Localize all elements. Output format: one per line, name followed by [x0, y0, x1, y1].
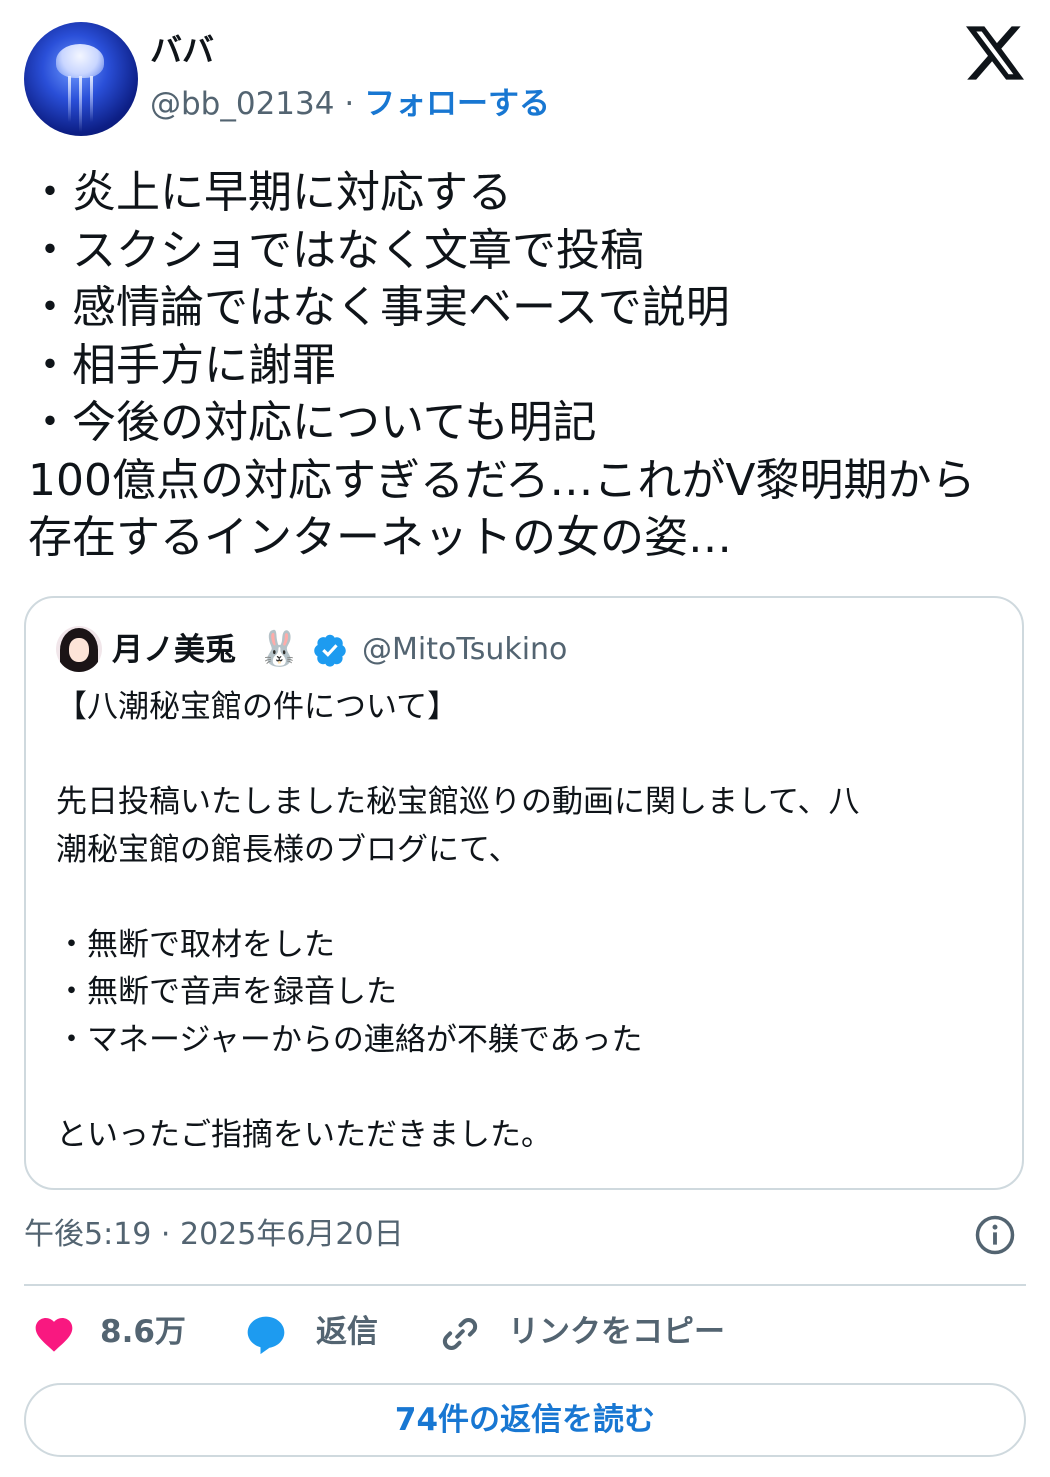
- quoted-tweet-text: 【八潮秘宝館の件について】 先日投稿いたしました秘宝館巡りの動画に関しまして、八…: [56, 684, 1006, 1159]
- quote-line: [56, 1064, 1006, 1112]
- author-avatar[interactable]: [24, 22, 138, 136]
- jellyfish-image: [56, 44, 104, 78]
- quoted-author-handle[interactable]: @MitoTsukino: [362, 630, 567, 670]
- author-handle[interactable]: @bb_02134: [150, 86, 334, 122]
- tweet-line: ・炎上に早期に対応する: [28, 167, 512, 218]
- quote-line: ・マネージャーからの連絡が不躾であった: [56, 1021, 643, 1058]
- quote-line: ・無断で音声を録音した: [56, 974, 397, 1010]
- reply-label[interactable]: 返信: [316, 1310, 378, 1354]
- quote-line: [56, 732, 1006, 780]
- jellyfish-tentacle: [68, 76, 71, 122]
- avatar-face: [69, 638, 89, 662]
- author-handle-row: @bb_02134 · フォローする: [150, 84, 550, 124]
- link-icon[interactable]: [438, 1312, 482, 1356]
- reply-bubble-icon[interactable]: [244, 1312, 288, 1356]
- quote-line: 先日投稿いたしました秘宝館巡りの動画に関しまして、八: [56, 784, 860, 820]
- author-name[interactable]: ババ: [150, 30, 214, 70]
- tweet-line: ・感情論ではなく事実ベースで説明: [28, 282, 730, 333]
- x-logo-icon[interactable]: [966, 26, 1024, 80]
- read-replies-button[interactable]: 74件の返信を読む: [24, 1383, 1026, 1457]
- tweet-line: 100億点の対応すぎるだろ…これがV黎明期から: [28, 454, 976, 506]
- tweet-line: 存在するインターネットの女の姿…: [28, 512, 732, 563]
- quoted-author-avatar[interactable]: [56, 626, 102, 672]
- jellyfish-tentacle: [79, 76, 82, 132]
- quote-line: ・無断で取材をした: [56, 926, 335, 963]
- tweet-line: ・今後の対応についても明記: [28, 397, 597, 448]
- tweet-timestamp[interactable]: 午後5:19 · 2025年6月20日: [24, 1214, 404, 1256]
- verified-badge-icon: [314, 634, 346, 667]
- quoted-author-name[interactable]: 月ノ美兎: [112, 630, 236, 670]
- tweet-line: ・スクショではなく文章で投稿: [28, 224, 644, 276]
- follow-button[interactable]: フォローする: [364, 86, 550, 122]
- like-count[interactable]: 8.6万: [100, 1310, 186, 1354]
- jellyfish-tentacle: [90, 76, 93, 122]
- heart-icon[interactable]: [32, 1312, 76, 1356]
- quote-line: 【八潮秘宝館の件について】: [56, 689, 459, 725]
- copy-link-label[interactable]: リンクをコピー: [508, 1310, 725, 1354]
- divider: [24, 1284, 1026, 1286]
- info-icon[interactable]: [974, 1214, 1016, 1256]
- quote-line: 潮秘宝館の館長様のブログにて、: [56, 831, 520, 868]
- tweet-line: ・相手方に謝罪: [28, 339, 336, 391]
- quote-line: [56, 874, 1006, 922]
- tweet-text: ・炎上に早期に対応する ・スクショではなく文章で投稿 ・感情論ではなく事実ベース…: [28, 164, 1038, 567]
- rabbit-emoji-icon: 🐰: [258, 629, 301, 669]
- quote-line: といったご指摘をいただきました。: [56, 1116, 552, 1153]
- separator-dot: ·: [344, 86, 355, 122]
